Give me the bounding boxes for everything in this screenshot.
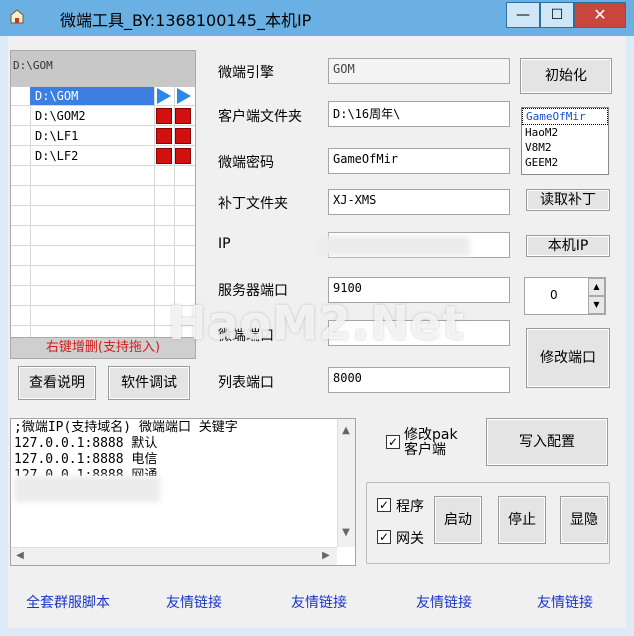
link-scripts[interactable]: 全套群服脚本 xyxy=(26,592,110,612)
link-friends[interactable]: 友情链接 xyxy=(537,592,593,612)
modify-pak-label: 修改pak 客户端 xyxy=(404,427,458,458)
play-icon[interactable] xyxy=(157,88,171,104)
window-title: 微端工具_BY:1368100145_本机IP xyxy=(60,11,312,30)
grid-line xyxy=(154,87,155,337)
stop-icon[interactable] xyxy=(156,128,172,144)
stop-button[interactable]: 停止 xyxy=(498,496,546,544)
list-port-label: 列表端口 xyxy=(218,375,274,391)
engine-field[interactable]: GOM xyxy=(328,58,510,84)
client-folder-label: 客户端文件夹 xyxy=(218,109,302,125)
scroll-up-icon[interactable]: ▲ xyxy=(338,423,354,439)
engine-list-item[interactable]: GameOfMir xyxy=(522,108,608,125)
engine-label: 微端引擎 xyxy=(218,65,274,81)
stop-icon[interactable] xyxy=(175,148,191,164)
path-list-header: D:\GOM xyxy=(11,51,195,87)
scroll-left-icon[interactable]: ◀ xyxy=(12,548,28,564)
horizontal-scrollbar[interactable] xyxy=(11,547,337,565)
minimize-button[interactable]: — xyxy=(506,2,540,28)
path-item[interactable]: D:\LF2 xyxy=(30,147,154,165)
grid-line xyxy=(11,225,195,226)
grid-line xyxy=(11,245,195,246)
patch-folder-field[interactable]: XJ-XMS xyxy=(328,189,510,215)
app-icon xyxy=(8,8,26,24)
watermark: HaoM2.Net xyxy=(168,296,466,350)
program-checkbox[interactable]: ✓ xyxy=(377,498,391,512)
spinner-value: 0 xyxy=(550,288,558,302)
grid-line xyxy=(11,105,195,106)
engine-list-item[interactable]: V8M2 xyxy=(522,140,608,155)
stop-icon[interactable] xyxy=(175,128,191,144)
modify-port-button[interactable]: 修改端口 xyxy=(526,328,610,388)
engine-list-item[interactable]: GEEM2 xyxy=(522,155,608,170)
grid-line xyxy=(11,185,195,186)
view-help-button[interactable]: 查看说明 xyxy=(18,366,96,400)
maximize-button[interactable]: ☐ xyxy=(540,2,574,28)
spinner-up-icon[interactable]: ▲ xyxy=(588,278,605,296)
password-label: 微端密码 xyxy=(218,155,274,171)
engine-list[interactable]: GameOfMir HaoM2 V8M2 GEEM2 xyxy=(521,107,609,175)
ip-label: IP xyxy=(218,236,231,252)
write-config-button[interactable]: 写入配置 xyxy=(486,418,608,466)
play-icon[interactable] xyxy=(177,88,191,104)
config-text[interactable]: ;微端IP(支持域名) 微端端口 关键字 127.0.0.1:8888 默认 1… xyxy=(14,420,334,476)
path-item[interactable]: D:\LF1 xyxy=(30,127,154,145)
redacted-text xyxy=(14,476,160,502)
start-button[interactable]: 启动 xyxy=(434,496,482,544)
scroll-right-icon[interactable]: ▶ xyxy=(318,548,334,564)
password-field[interactable]: GameOfMir xyxy=(328,148,510,174)
stop-icon[interactable] xyxy=(156,108,172,124)
spinner-down-icon[interactable]: ▼ xyxy=(588,296,605,314)
grid-line xyxy=(11,205,195,206)
redacted-ip xyxy=(320,236,470,256)
path-item[interactable]: D:\GOM xyxy=(30,87,154,105)
link-friends[interactable]: 友情链接 xyxy=(291,592,347,612)
program-label: 程序 xyxy=(396,499,424,515)
read-patch-button[interactable]: 读取补丁 xyxy=(526,189,610,211)
init-button[interactable]: 初始化 xyxy=(520,58,612,94)
client-folder-field[interactable]: D:\16周年\ xyxy=(328,101,510,127)
debug-button[interactable]: 软件调试 xyxy=(108,366,190,400)
path-item[interactable]: D:\GOM2 xyxy=(30,107,154,125)
grid-line xyxy=(11,145,195,146)
show-hide-button[interactable]: 显隐 xyxy=(560,496,608,544)
stop-icon[interactable] xyxy=(175,108,191,124)
stop-icon[interactable] xyxy=(156,148,172,164)
close-button[interactable]: ✕ xyxy=(574,2,626,28)
grid-line xyxy=(11,125,195,126)
grid-line xyxy=(11,165,195,166)
link-friends[interactable]: 友情链接 xyxy=(166,592,222,612)
list-port-field[interactable]: 8000 xyxy=(328,367,510,393)
grid-line xyxy=(11,265,195,266)
patch-folder-label: 补丁文件夹 xyxy=(218,196,288,212)
local-ip-button[interactable]: 本机IP xyxy=(526,235,610,257)
grid-line xyxy=(11,285,195,286)
gateway-checkbox[interactable]: ✓ xyxy=(377,530,391,544)
gateway-label: 网关 xyxy=(396,531,424,547)
engine-list-item[interactable]: HaoM2 xyxy=(522,125,608,140)
modify-pak-checkbox[interactable]: ✓ xyxy=(386,435,400,449)
link-friends[interactable]: 友情链接 xyxy=(416,592,472,612)
scroll-down-icon[interactable]: ▼ xyxy=(338,525,354,541)
